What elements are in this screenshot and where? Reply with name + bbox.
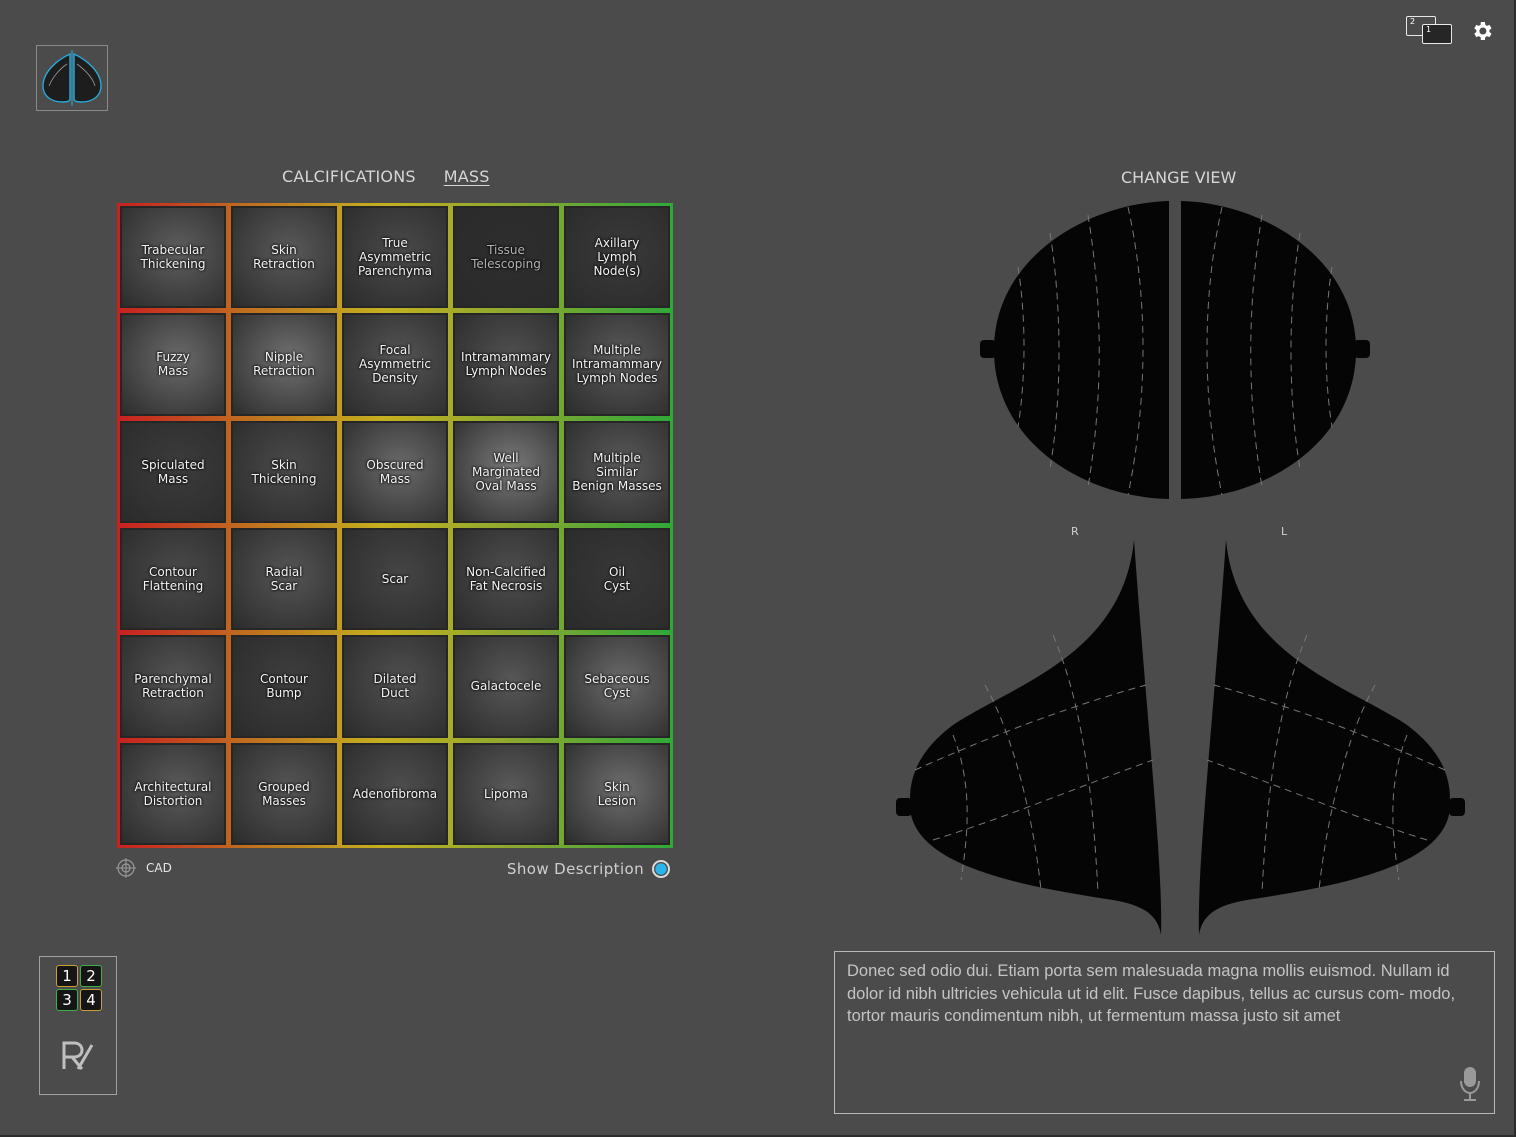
target-icon [116, 858, 136, 878]
app-logo[interactable] [36, 45, 108, 111]
tab-calcifications[interactable]: CALCIFICATIONS [282, 167, 416, 186]
finding-cell[interactable]: Scar [342, 528, 448, 631]
finding-label: True Asymmetric Parenchyma [357, 236, 433, 279]
finding-label: Skin Lesion [597, 779, 637, 808]
finding-label: Nipple Retraction [253, 350, 315, 379]
finding-label: Architectural Distortion [134, 779, 212, 808]
finding-label: Sebaceous Cyst [584, 672, 650, 701]
show-description-toggle[interactable]: Show Description [507, 860, 670, 878]
finding-cell[interactable]: Intramammary Lymph Nodes [453, 313, 559, 416]
finding-label: Focal Asymmetric Density [359, 343, 431, 386]
finding-cell[interactable]: Obscured Mass [342, 420, 448, 523]
finding-label: Grouped Masses [258, 779, 310, 808]
category-tabs: CALCIFICATIONS MASS [282, 167, 490, 186]
tab-mass[interactable]: MASS [444, 167, 490, 186]
finding-label: Skin Retraction [253, 243, 315, 272]
finding-label: Skin Thickening [251, 457, 317, 486]
layout-3[interactable]: 3 [56, 989, 78, 1011]
layout-1[interactable]: 1 [56, 965, 78, 987]
finding-label: Intramammary Lymph Nodes [461, 350, 551, 379]
finding-cell[interactable]: Nipple Retraction [231, 313, 337, 416]
finding-label: Scar [381, 572, 409, 587]
finding-label: Dilated Duct [373, 672, 417, 701]
finding-cell[interactable]: Multiple Similar Benign Masses [564, 420, 670, 523]
finding-label: Multiple Intramammary Lymph Nodes [572, 343, 662, 386]
finding-cell[interactable]: Trabecular Thickening [120, 206, 226, 309]
finding-cell[interactable]: Dilated Duct [342, 635, 448, 738]
finding-grid: Trabecular Thickening Skin Retraction True… [117, 203, 673, 848]
finding-cell[interactable]: Adenofibroma [342, 742, 448, 845]
layout-panel: 1 2 3 4 [39, 956, 117, 1095]
finding-label: Oil Cyst [603, 565, 631, 594]
finding-label: Axillary Lymph Node(s) [593, 236, 641, 279]
finding-cell[interactable]: Sebaceous Cyst [564, 635, 670, 738]
finding-label: Galactocele [470, 679, 542, 694]
finding-cell[interactable]: Tissue Telescoping [453, 206, 559, 309]
finding-cell[interactable]: Skin Thickening [231, 420, 337, 523]
finding-cell[interactable]: Fuzzy Mass [120, 313, 226, 416]
finding-cell[interactable]: Non-Calcified Fat Necrosis [453, 528, 559, 631]
breast-diagram-mlo-view[interactable] [893, 535, 1471, 940]
finding-label: Fuzzy Mass [156, 350, 190, 379]
finding-label: Tissue Telescoping [471, 243, 541, 272]
microphone-icon[interactable] [1458, 1065, 1482, 1103]
display-screens-icon[interactable]: 2 1 [1406, 16, 1454, 46]
description-textarea[interactable]: Donec sed odio dui. Etiam porta sem male… [834, 951, 1495, 1114]
show-description-label: Show Description [506, 860, 644, 878]
finding-cell[interactable]: Architectural Distortion [120, 742, 226, 845]
finding-label: Trabecular Thickening [140, 243, 206, 272]
breast-diagram-cc-view[interactable] [978, 197, 1372, 507]
finding-cell[interactable]: True Asymmetric Parenchyma [342, 206, 448, 309]
finding-label: Radial Scar [265, 565, 303, 594]
finding-label: Parenchymal Retraction [134, 672, 212, 701]
finding-cell[interactable]: Contour Flattening [120, 528, 226, 631]
layout-4[interactable]: 4 [80, 989, 102, 1011]
show-description-radio[interactable] [652, 860, 670, 878]
breast-logo-icon [42, 50, 102, 106]
finding-cell[interactable]: Lipoma [453, 742, 559, 845]
finding-cell[interactable]: Skin Lesion [564, 742, 670, 845]
finding-label: Multiple Similar Benign Masses [572, 450, 662, 493]
finding-cell[interactable]: Grouped Masses [231, 742, 337, 845]
finding-label: Adenofibroma [352, 786, 438, 801]
finding-cell[interactable]: Skin Retraction [231, 206, 337, 309]
finding-label: Spiculated Mass [141, 457, 205, 486]
cad-toggle[interactable]: CAD [116, 858, 172, 878]
finding-cell[interactable]: Well Marginated Oval Mass [453, 420, 559, 523]
screen-1: 1 [1422, 24, 1452, 44]
finding-label: Lipoma [483, 786, 529, 801]
rx-icon[interactable] [60, 1039, 96, 1073]
finding-cell[interactable]: Galactocele [453, 635, 559, 738]
gear-icon[interactable] [1470, 19, 1494, 43]
description-text: Donec sed odio dui. Etiam porta sem male… [847, 962, 1456, 1025]
cad-label: CAD [146, 861, 172, 875]
finding-label: Contour Flattening [142, 565, 204, 594]
finding-label: Well Marginated Oval Mass [471, 450, 541, 493]
finding-cell[interactable]: Oil Cyst [564, 528, 670, 631]
top-toolbar: 2 1 [1406, 16, 1494, 46]
finding-cell[interactable]: Axillary Lymph Node(s) [564, 206, 670, 309]
finding-cell[interactable]: Focal Asymmetric Density [342, 313, 448, 416]
layout-2[interactable]: 2 [80, 965, 102, 987]
change-view-button[interactable]: CHANGE VIEW [1121, 168, 1236, 187]
finding-cell[interactable]: Spiculated Mass [120, 420, 226, 523]
finding-cell[interactable]: Parenchymal Retraction [120, 635, 226, 738]
finding-cell[interactable]: Contour Bump [231, 635, 337, 738]
finding-label: Non-Calcified Fat Necrosis [466, 565, 546, 594]
finding-label: Obscured Mass [366, 457, 424, 486]
finding-label: Contour Bump [260, 672, 308, 701]
finding-cell[interactable]: Radial Scar [231, 528, 337, 631]
layout-number-grid[interactable]: 1 2 3 4 [56, 965, 102, 1011]
finding-cell[interactable]: Multiple Intramammary Lymph Nodes [564, 313, 670, 416]
